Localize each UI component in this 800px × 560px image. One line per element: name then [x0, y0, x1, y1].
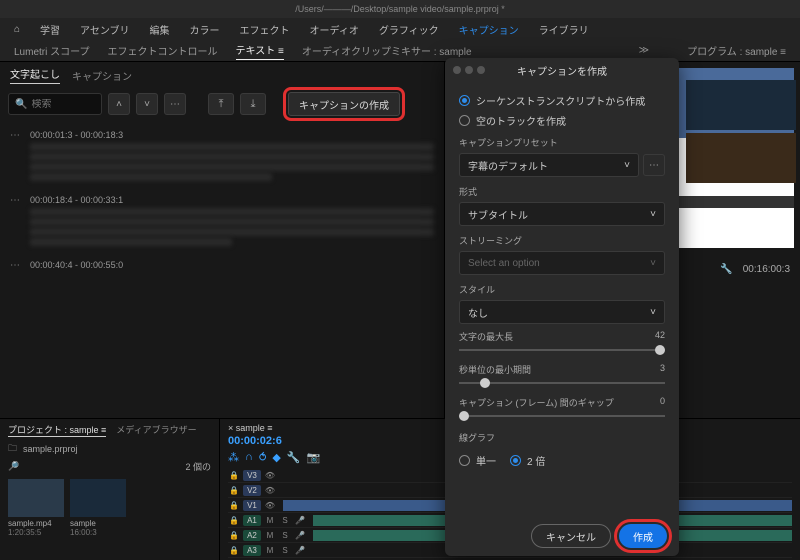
tab-lumetri[interactable]: Lumetri スコープ	[14, 43, 90, 58]
settings-icon[interactable]: 🔧	[287, 451, 301, 464]
radio-single-line[interactable]: 単一	[459, 453, 496, 468]
stream-dropdown: Select an option˅	[459, 251, 665, 275]
style-dropdown[interactable]: なし˅	[459, 300, 665, 324]
file-path: /Users/———/Desktop/sample video/sample.p…	[295, 4, 505, 14]
merge-down-icon[interactable]: ⤓	[240, 93, 266, 115]
snap-icon[interactable]: ⁂	[228, 451, 239, 464]
create-captions-dialog: キャプションを作成 シーケンストランスクリプトから作成 空のトラックを作成 キャ…	[445, 58, 679, 556]
format-dropdown[interactable]: サブタイトル˅	[459, 202, 665, 226]
camera-icon[interactable]: 📷	[307, 451, 321, 464]
timeline-tab[interactable]: × sample ≡	[228, 423, 273, 433]
ws-effects[interactable]: エフェクト	[240, 22, 290, 37]
tab-transcript[interactable]: 文字起こし	[10, 66, 60, 84]
wrench-icon[interactable]: 🔧	[720, 264, 732, 275]
transcript-segment[interactable]: ⋯ 00:00:01:3 - 00:00:18:3	[0, 124, 444, 189]
home-icon[interactable]: ⌂	[14, 24, 20, 35]
link-icon[interactable]: ⥀	[259, 451, 267, 464]
ws-learn[interactable]: 学習	[40, 22, 60, 37]
chevron-down-icon: ˅	[650, 307, 656, 318]
project-item[interactable]: sample.mp4 1:20:35:5	[8, 479, 64, 537]
ws-library[interactable]: ライブラリ	[539, 22, 589, 37]
nav-up-icon[interactable]: ˄	[108, 93, 130, 115]
replace-icon[interactable]: ⋯	[164, 93, 186, 115]
timecode-out: 00:16:00:3	[743, 264, 790, 275]
ws-edit[interactable]: 編集	[150, 22, 170, 37]
radio-double-line[interactable]: 2 倍	[510, 453, 545, 468]
ws-caption[interactable]: キャプション	[459, 22, 519, 37]
preset-dropdown[interactable]: 字幕のデフォルト˅	[459, 153, 639, 177]
transcript-segment[interactable]: ⋯ 00:00:18:4 - 00:00:33:1	[0, 189, 444, 254]
marker-icon[interactable]: ◆	[272, 451, 280, 464]
merge-up-icon[interactable]: ⤒	[208, 93, 234, 115]
gap-slider[interactable]	[459, 409, 665, 423]
radio-from-transcript[interactable]: シーケンストランスクリプトから作成	[459, 93, 665, 108]
tab-effectcontrol[interactable]: エフェクトコントロール	[108, 43, 218, 58]
transcript-list: ⋯ 00:00:01:3 - 00:00:18:3 ⋯ 00:00:18:4 -…	[0, 120, 444, 418]
radio-empty-track[interactable]: 空のトラックを作成	[459, 113, 665, 128]
maxlen-slider[interactable]	[459, 343, 665, 357]
create-captions-button[interactable]: キャプションの作成	[288, 92, 400, 116]
tab-captions[interactable]: キャプション	[72, 68, 132, 83]
preset-more-icon[interactable]: ⋯	[643, 154, 665, 176]
project-item[interactable]: sample 16:00:3	[70, 479, 126, 537]
chevron-down-icon: ˅	[650, 209, 656, 220]
search-input[interactable]: 🔍	[8, 93, 102, 115]
ws-assembly[interactable]: アセンブリ	[80, 22, 130, 37]
tab-mediabrowser[interactable]: メディアブラウザー	[116, 423, 196, 437]
ws-color[interactable]: カラー	[190, 22, 220, 37]
search-icon: 🔍	[15, 99, 27, 110]
dialog-title: キャプションを作成	[517, 63, 607, 78]
title-bar: /Users/———/Desktop/sample video/sample.p…	[0, 0, 800, 18]
ws-graphic[interactable]: グラフィック	[379, 22, 439, 37]
tab-project[interactable]: プロジェクト : sample ≡	[8, 423, 106, 437]
bin-icon: 🗀	[8, 441, 17, 457]
cancel-button[interactable]: キャンセル	[531, 524, 611, 548]
project-panel: プロジェクト : sample ≡ メディアブラウザー 🗀 sample.prp…	[0, 419, 220, 560]
tab-text[interactable]: テキスト ≡	[236, 42, 284, 60]
tab-audiomixer[interactable]: オーディオクリップミキサー : sample	[302, 43, 472, 58]
chevron-down-icon: ˅	[624, 160, 630, 171]
ws-audio[interactable]: オーディオ	[310, 22, 359, 37]
nav-down-icon[interactable]: ˅	[136, 93, 158, 115]
text-panel: 文字起こし キャプション 🔍 ˄ ˅ ⋯ ⤒ ⤓ キャプションの作成 ⋯ 00:…	[0, 62, 445, 418]
mindur-slider[interactable]	[459, 376, 665, 390]
tab-program[interactable]: プログラム : sample ≡	[687, 43, 786, 58]
transcript-segment[interactable]: ⋯ 00:00:40:4 - 00:00:55:0	[0, 254, 444, 279]
create-button[interactable]: 作成	[619, 524, 667, 548]
overflow-icon[interactable]: ≫	[639, 45, 649, 56]
panel-tabs: Lumetri スコープ エフェクトコントロール テキスト ≡ オーディオクリッ…	[0, 40, 800, 62]
search-field[interactable]	[31, 99, 91, 110]
workspace-tabs: ⌂ 学習 アセンブリ 編集 カラー エフェクト オーディオ グラフィック キャプ…	[0, 18, 800, 40]
magnet-icon[interactable]: ∩	[245, 451, 253, 464]
